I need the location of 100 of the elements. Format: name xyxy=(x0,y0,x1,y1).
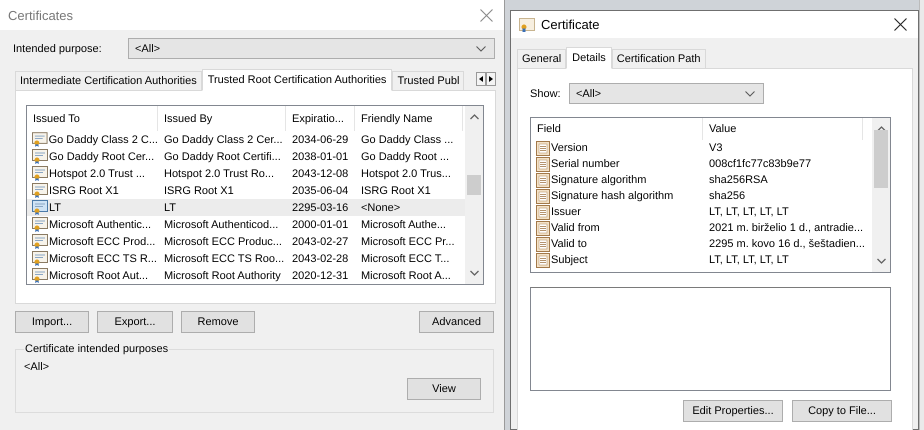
field-row[interactable]: Valid from 2021 m. birželio 1 d., antradie... xyxy=(531,220,872,236)
table-cell-text: sha256 xyxy=(708,190,746,202)
dialog-button[interactable]: Copy to File... xyxy=(792,400,892,422)
triangle-right-icon xyxy=(489,76,493,82)
column-header[interactable]: Issued By xyxy=(158,106,286,131)
table-cell-text: ISRG Root X1 xyxy=(163,184,235,196)
dropdown-caret-icon xyxy=(745,90,755,96)
table-cell-text: Microsoft Authe... xyxy=(360,218,447,230)
field-row[interactable]: Subject LT, LT, LT, LT, LT xyxy=(531,252,872,268)
table-cell-text: 2295-03-16 xyxy=(291,202,350,214)
scroll-left-button[interactable] xyxy=(476,72,486,86)
certificate-icon xyxy=(32,234,48,249)
tab[interactable]: General xyxy=(517,49,566,68)
table-cell: Microsoft Root Aut... xyxy=(49,270,148,282)
certificate-icon xyxy=(519,18,535,32)
certificate-icon xyxy=(32,132,48,147)
certificate-icon xyxy=(32,200,48,215)
field-row[interactable]: Version V3 xyxy=(531,140,872,156)
table-cell: LT xyxy=(49,202,62,214)
table-cell-text: 2043-02-27 xyxy=(291,236,350,248)
table-cell-text: Microsoft Authenticod... xyxy=(163,218,280,230)
table-cell-text: Microsoft ECC TS Roo... xyxy=(163,252,286,264)
table-cell: Serial number xyxy=(551,158,620,170)
tab[interactable]: Certification Path xyxy=(612,49,706,68)
scrollbar-thumb[interactable] xyxy=(874,130,888,188)
certificate-row[interactable]: Microsoft Authentic... Microsoft Authenticod... 2000-01-01 Microsoft Authe... xyxy=(27,216,465,233)
tab[interactable]: Trusted Publ xyxy=(392,71,464,90)
table-cell-text: Go Daddy Class ... xyxy=(360,134,454,146)
table-cell: ISRG Root X1 xyxy=(49,184,119,196)
table-cell: Issuer xyxy=(551,206,581,218)
table-cell-text: 2043-02-28 xyxy=(291,252,350,264)
table-cell-text: Hotspot 2.0 Trus... xyxy=(360,168,452,180)
field-row[interactable]: Signature hash algorithm sha256 xyxy=(531,188,872,204)
scrollbar-thumb[interactable] xyxy=(467,175,481,195)
tab[interactable]: Intermediate Certification Authorities xyxy=(15,71,202,90)
table-cell: Signature algorithm xyxy=(551,174,646,186)
table-cell: Microsoft ECC Prod... xyxy=(49,236,156,248)
table-cell: Hotspot 2.0 Trust ... xyxy=(49,168,145,180)
certificate-icon xyxy=(32,268,48,283)
dialog-button[interactable]: Export... xyxy=(97,311,173,333)
table-cell: Valid to xyxy=(551,238,587,250)
dropdown-caret-icon xyxy=(476,46,486,52)
certificate-row[interactable]: Microsoft ECC Prod... Microsoft ECC Produc... 2043-02-27 Microsoft ECC Pr... xyxy=(27,233,465,250)
certificate-row[interactable]: LT LT 2295-03-16 <None> xyxy=(27,199,465,216)
triangle-left-icon xyxy=(479,76,483,82)
table-cell-text: 2295 m. kovo 16 d., šeštadien... xyxy=(708,238,863,250)
dialog-button[interactable]: Remove xyxy=(181,311,255,333)
document-icon xyxy=(536,204,550,220)
table-cell: Subject xyxy=(551,254,588,266)
certificate-row[interactable]: Microsoft Root Aut... Microsoft Root Authority 2020-12-31 Microsoft Root A... xyxy=(27,267,465,284)
table-cell: Go Daddy Root Cer... xyxy=(49,150,154,162)
certificate-row[interactable]: Go Daddy Class 2 C... Go Daddy Class 2 Cer... 2034-06-29 Go Daddy Class ... xyxy=(27,131,465,148)
certificate-row[interactable]: Hotspot 2.0 Trust ... Hotspot 2.0 Trust Ro... 2043-12-08 Hotspot 2.0 Trus... xyxy=(27,165,465,182)
field-row[interactable]: Serial number 008cf1fc77c83b9e77 xyxy=(531,156,872,172)
table-cell-text: sha256RSA xyxy=(708,174,769,186)
certificate-icon xyxy=(32,149,48,164)
field-row[interactable]: Signature algorithm sha256RSA xyxy=(531,172,872,188)
close-icon xyxy=(480,8,492,22)
column-header[interactable]: Field xyxy=(531,118,703,140)
document-icon xyxy=(536,252,550,268)
group-title: Certificate intended purposes xyxy=(24,343,170,355)
column-header[interactable]: Issued To xyxy=(27,106,158,131)
document-icon xyxy=(536,188,550,204)
tab[interactable]: Details xyxy=(566,47,612,69)
dialog-button[interactable]: Import... xyxy=(15,311,89,333)
table-cell-text: Go Daddy Root ... xyxy=(360,150,450,162)
purpose-dropdown[interactable]: <All> xyxy=(128,38,495,59)
certificate-row[interactable]: ISRG Root X1 ISRG Root X1 2035-06-04 ISRG Root X1 xyxy=(27,182,465,199)
table-cell-text: Go Daddy Root Certifi... xyxy=(163,150,282,162)
column-header[interactable]: Expiratio... xyxy=(286,106,355,131)
view-button[interactable]: View xyxy=(407,378,481,400)
scrollbar[interactable] xyxy=(465,106,483,284)
show-dropdown[interactable]: <All> xyxy=(569,83,764,104)
table-cell-text: V3 xyxy=(708,142,724,154)
table-cell: Version xyxy=(551,142,588,154)
scrollbar[interactable] xyxy=(872,118,890,272)
table-cell: Go Daddy Class 2 C... xyxy=(48,134,158,146)
tab[interactable]: Trusted Root Certification Authorities xyxy=(202,69,392,91)
certificate-row[interactable]: Microsoft ECC TS R... Microsoft ECC TS Roo... 2043-02-28 Microsoft ECC T... xyxy=(27,250,465,267)
table-cell-text: Microsoft ECC Produc... xyxy=(163,236,283,248)
certificate-icon xyxy=(32,166,48,181)
chevron-up-icon[interactable] xyxy=(876,126,886,132)
scroll-right-button[interactable] xyxy=(486,72,496,86)
document-icon xyxy=(536,220,550,236)
table-cell-text: 2038-01-01 xyxy=(291,150,350,162)
field-row[interactable]: Valid to 2295 m. kovo 16 d., šeštadien... xyxy=(531,236,872,252)
field-label: Intended purpose: xyxy=(13,42,103,54)
column-header[interactable]: Friendly Name xyxy=(355,106,463,131)
field-row[interactable]: Issuer LT, LT, LT, LT, LT xyxy=(531,204,872,220)
certificate-row[interactable]: Go Daddy Root Cer... Go Daddy Root Certifi... 2038-01-01 Go Daddy Root ... xyxy=(27,148,465,165)
table-cell-text: <None> xyxy=(360,202,402,214)
table-cell-text: 2021 m. birželio 1 d., antradie... xyxy=(708,222,863,234)
table-cell-text: Microsoft ECC Pr... xyxy=(360,236,456,248)
advanced-button[interactable]: Advanced xyxy=(419,311,494,333)
chevron-down-icon[interactable] xyxy=(876,258,886,264)
chevron-up-icon[interactable] xyxy=(470,114,478,120)
document-icon xyxy=(536,236,550,252)
chevron-down-icon[interactable] xyxy=(470,270,478,276)
dialog-button[interactable]: Edit Properties... xyxy=(683,400,783,422)
column-header[interactable]: Value xyxy=(703,118,863,140)
